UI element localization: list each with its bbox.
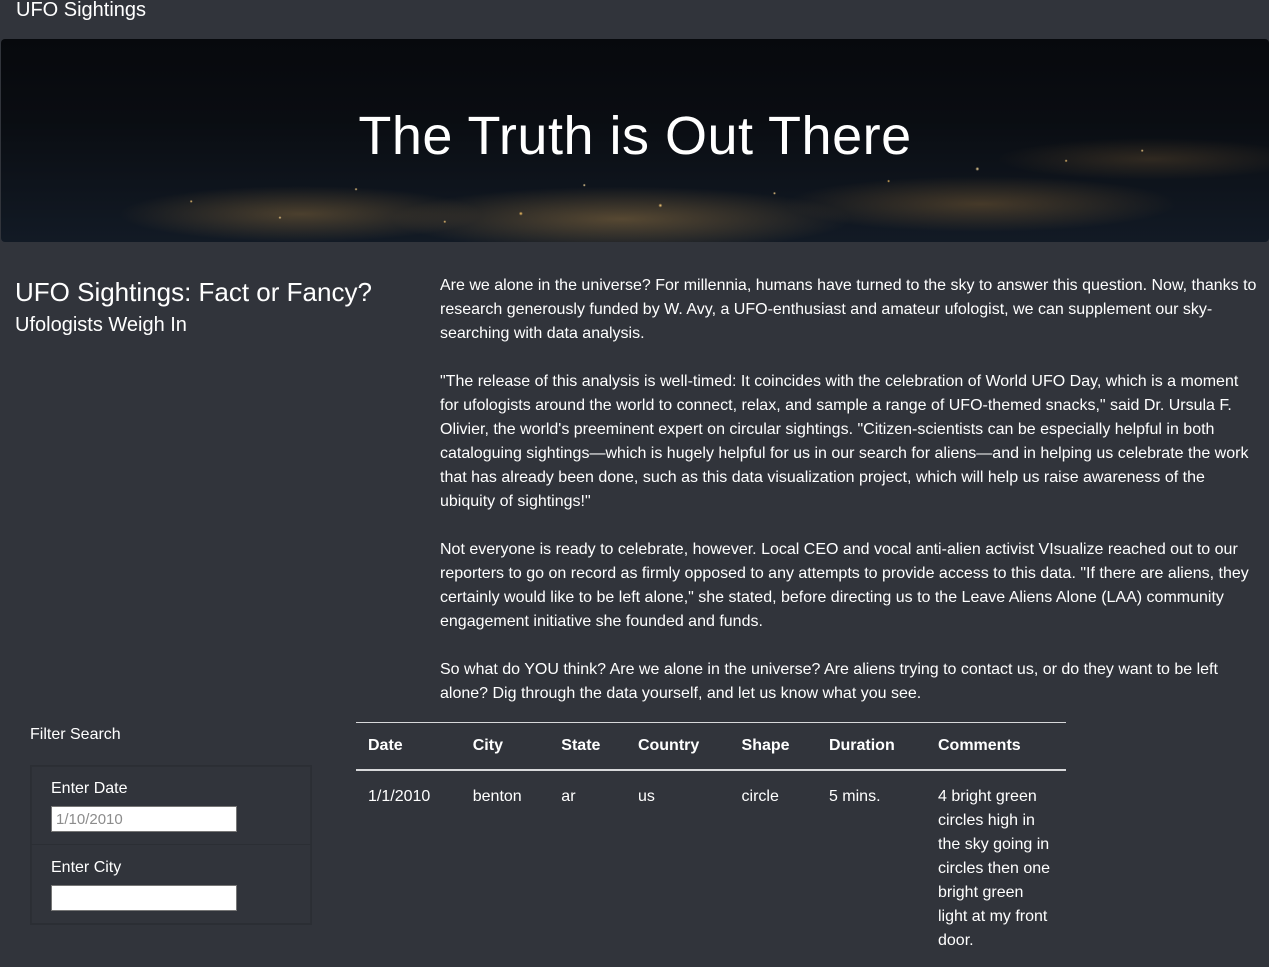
cell-country: us [637, 788, 655, 805]
article-headline: UFO Sightings: Fact or Fancy? [15, 277, 372, 307]
cell-city: benton [472, 788, 522, 805]
article-subheadline: Ufologists Weigh In [15, 314, 187, 336]
city-filter-label: Enter City [51, 859, 122, 876]
column-header-duration: Duration [816, 722, 926, 771]
cell-state: ar [561, 788, 576, 805]
article-paragraph: Are we alone in the universe? For millen… [440, 277, 1257, 342]
cell-shape: circle [741, 788, 779, 805]
ufo-table-container: Date City State Country Shape Duration C… [356, 722, 1066, 967]
article-body: Are we alone in the universe? For millen… [440, 274, 1260, 730]
hero-title: The Truth is Out There [358, 106, 912, 166]
article-paragraph: "The release of this analysis is well-ti… [440, 373, 1249, 510]
table-row: 1/1/2010 benton ar us circle 5 mins. 4 b… [356, 770, 1066, 967]
cell-comments: 4 bright green circles high in the sky g… [938, 788, 1051, 949]
cell-date: 1/1/2010 [368, 788, 431, 805]
column-header-city: City [460, 722, 550, 771]
navbar-brand-link[interactable]: UFO Sightings [16, 0, 146, 22]
intro-section: UFO Sightings: Fact or Fancy? Ufologists… [15, 275, 415, 341]
cell-duration: 5 mins. [828, 788, 881, 805]
filter-panel: Filter Search Enter Date Enter City [30, 723, 312, 925]
column-header-state: State [549, 722, 626, 771]
column-header-shape: Shape [729, 722, 817, 771]
filter-title: Filter Search [30, 726, 121, 743]
city-filter-input[interactable] [51, 885, 237, 911]
column-header-comments: Comments [926, 722, 1066, 771]
hero-banner: The Truth is Out There [1, 39, 1269, 242]
table-header-row: Date City State Country Shape Duration C… [356, 722, 1066, 771]
date-filter-input[interactable] [51, 806, 237, 832]
filter-item-date: Enter Date [31, 766, 311, 845]
navbar: UFO Sightings [0, 0, 1269, 39]
article-paragraph: So what do YOU think? Are we alone in th… [440, 661, 1218, 702]
date-filter-label: Enter Date [51, 780, 128, 797]
column-header-date: Date [356, 722, 461, 771]
ufo-table: Date City State Country Shape Duration C… [356, 722, 1066, 967]
column-header-country: Country [625, 722, 730, 771]
filter-list: Enter Date Enter City [30, 765, 312, 925]
filter-item-city: Enter City [31, 845, 311, 924]
article-paragraph: Not everyone is ready to celebrate, howe… [440, 541, 1249, 630]
